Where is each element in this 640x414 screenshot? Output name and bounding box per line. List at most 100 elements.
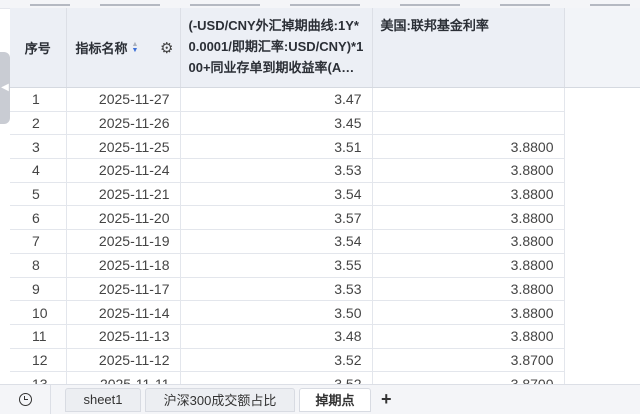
empty-cell bbox=[564, 300, 640, 325]
empty-cell bbox=[564, 205, 640, 230]
indicator-header[interactable]: 指标名称 ▲ ▼ ⚙ bbox=[66, 8, 181, 88]
sheet-tab-label: 沪深300成交额占比 bbox=[163, 393, 277, 408]
swap-yield-cell[interactable]: 3.50 bbox=[180, 300, 373, 325]
seq-cell[interactable]: 8 bbox=[10, 253, 67, 278]
date-cell[interactable]: 2025-11-25 bbox=[66, 134, 181, 160]
empty-cell bbox=[564, 324, 640, 349]
date-cell[interactable]: 2025-11-24 bbox=[66, 158, 181, 183]
table-row[interactable]: 5 2025-11-21 3.54 3.8800 bbox=[10, 182, 640, 207]
seq-cell[interactable]: 5 bbox=[10, 182, 67, 207]
swap-yield-cell[interactable]: 3.52 bbox=[180, 348, 373, 373]
fed-funds-cell[interactable]: 3.8700 bbox=[372, 348, 565, 373]
toolbar-fragment bbox=[100, 0, 160, 6]
table-row[interactable]: 1 2025-11-27 3.47 bbox=[10, 87, 640, 112]
table-body: 1 2025-11-27 3.47 2 2025-11-26 3.45 3 2025-11-2… bbox=[10, 87, 640, 384]
fed-funds-cell[interactable]: 3.8800 bbox=[372, 324, 565, 349]
date-cell[interactable]: 2025-11-13 bbox=[66, 324, 181, 349]
table-row[interactable]: 3 2025-11-25 3.51 3.8800 bbox=[10, 134, 640, 160]
swap-yield-cell[interactable]: 3.48 bbox=[180, 324, 373, 349]
seq-cell[interactable]: 7 bbox=[10, 229, 67, 254]
swap-yield-cell[interactable]: 3.57 bbox=[180, 205, 373, 231]
table-row[interactable]: 13 2025-11-11 3.52 3.8700 bbox=[10, 371, 640, 384]
fed-funds-header[interactable]: 美国:联邦基金利率 bbox=[372, 8, 565, 88]
toolbar-fragment bbox=[190, 0, 260, 6]
date-cell[interactable]: 2025-11-11 bbox=[66, 371, 181, 384]
table-row[interactable]: 9 2025-11-17 3.53 3.8800 bbox=[10, 277, 640, 302]
date-cell[interactable]: 2025-11-14 bbox=[66, 300, 181, 325]
fed-funds-cell[interactable]: 3.8800 bbox=[372, 277, 565, 302]
swap-yield-cell[interactable]: 3.51 bbox=[180, 134, 373, 160]
seq-cell[interactable]: 6 bbox=[10, 205, 67, 231]
table-row[interactable]: 2 2025-11-26 3.45 bbox=[10, 111, 640, 136]
fed-funds-cell[interactable]: 3.8800 bbox=[372, 300, 565, 325]
fed-funds-cell[interactable]: 3.8800 bbox=[372, 158, 565, 183]
empty-cell bbox=[564, 87, 640, 112]
table-row[interactable]: 6 2025-11-20 3.57 3.8800 bbox=[10, 205, 640, 231]
seq-cell[interactable]: 3 bbox=[10, 134, 67, 160]
empty-cell bbox=[564, 277, 640, 301]
empty-header bbox=[564, 8, 640, 88]
indicator-header-label: 指标名称 bbox=[75, 41, 128, 56]
seq-cell[interactable]: 13 bbox=[10, 371, 67, 384]
date-cell[interactable]: 2025-11-17 bbox=[66, 277, 181, 302]
table-row[interactable]: 10 2025-11-14 3.50 3.8800 bbox=[10, 300, 640, 325]
fed-funds-cell[interactable]: 3.8800 bbox=[372, 253, 565, 278]
fed-funds-cell[interactable]: 3.8800 bbox=[372, 182, 565, 207]
seq-cell[interactable]: 9 bbox=[10, 277, 67, 302]
swap-yield-cell[interactable]: 3.55 bbox=[180, 253, 373, 278]
date-cell[interactable]: 2025-11-26 bbox=[66, 111, 181, 136]
date-cell[interactable]: 2025-11-20 bbox=[66, 205, 181, 231]
swap-yield-header[interactable]: (-USD/CNY外汇掉期曲线:1Y*0.0001/即期汇率:USD/CNY)*… bbox=[180, 8, 373, 88]
table-row[interactable]: 11 2025-11-13 3.48 3.8800 bbox=[10, 324, 640, 349]
date-cell[interactable]: 2025-11-21 bbox=[66, 182, 181, 207]
date-cell[interactable]: 2025-11-19 bbox=[66, 229, 181, 254]
fed-funds-cell[interactable]: 3.8700 bbox=[372, 371, 565, 384]
table-row[interactable]: 8 2025-11-18 3.55 3.8800 bbox=[10, 253, 640, 278]
empty-cell bbox=[564, 158, 640, 183]
gear-icon[interactable]: ⚙ bbox=[160, 39, 173, 57]
swap-yield-header-label: (-USD/CNY外汇掉期曲线:1Y*0.0001/即期汇率:USD/CNY)*… bbox=[188, 18, 364, 75]
date-cell[interactable]: 2025-11-12 bbox=[66, 348, 181, 373]
seq-header[interactable]: 序号 bbox=[10, 8, 67, 88]
sheet-tab-sheet1[interactable]: sheet1 bbox=[65, 387, 141, 412]
add-sheet-button[interactable]: + bbox=[381, 389, 392, 410]
fed-funds-cell[interactable]: 3.8800 bbox=[372, 134, 565, 160]
swap-yield-cell[interactable]: 3.54 bbox=[180, 229, 373, 254]
toolbar-fragment bbox=[500, 0, 550, 6]
swap-yield-cell[interactable]: 3.47 bbox=[180, 87, 373, 112]
table-row[interactable]: 12 2025-11-12 3.52 3.8700 bbox=[10, 348, 640, 373]
data-grid: 序号 指标名称 ▲ ▼ ⚙ (-USD/CNY外汇掉期曲线:1Y*0.0001/即… bbox=[10, 8, 640, 384]
date-cell[interactable]: 2025-11-27 bbox=[66, 87, 181, 112]
collapse-handle[interactable]: ◀ bbox=[0, 52, 10, 124]
swap-yield-cell[interactable]: 3.54 bbox=[180, 182, 373, 207]
fed-funds-cell[interactable] bbox=[372, 111, 565, 136]
data-table: 序号 指标名称 ▲ ▼ ⚙ (-USD/CNY外汇掉期曲线:1Y*0.0001/即… bbox=[10, 8, 640, 384]
swap-yield-cell[interactable]: 3.45 bbox=[180, 111, 373, 136]
sheet-tab-hs300[interactable]: 沪深300成交额占比 bbox=[145, 387, 295, 412]
sheet-tab-swap-points[interactable]: 掉期点 bbox=[299, 387, 371, 412]
seq-cell[interactable]: 2 bbox=[10, 111, 67, 136]
table-row[interactable]: 7 2025-11-19 3.54 3.8800 bbox=[10, 229, 640, 254]
swap-yield-cell[interactable]: 3.53 bbox=[180, 158, 373, 183]
sheet-tab-label: sheet1 bbox=[83, 392, 123, 407]
fed-funds-cell[interactable] bbox=[372, 87, 565, 112]
toolbar-fragment bbox=[290, 0, 360, 6]
date-cell[interactable]: 2025-11-18 bbox=[66, 253, 181, 278]
empty-cell bbox=[564, 253, 640, 277]
header-row: 序号 指标名称 ▲ ▼ ⚙ (-USD/CNY外汇掉期曲线:1Y*0.0001/即… bbox=[10, 8, 640, 88]
swap-yield-cell[interactable]: 3.53 bbox=[180, 277, 373, 302]
seq-cell[interactable]: 12 bbox=[10, 348, 67, 373]
sort-icon[interactable]: ▲ ▼ bbox=[132, 41, 139, 54]
history-button[interactable] bbox=[0, 385, 51, 414]
seq-cell[interactable]: 11 bbox=[10, 324, 67, 349]
fed-funds-cell[interactable]: 3.8800 bbox=[372, 205, 565, 231]
swap-yield-cell[interactable]: 3.52 bbox=[180, 371, 373, 384]
seq-cell[interactable]: 1 bbox=[10, 87, 67, 112]
fed-funds-cell[interactable]: 3.8800 bbox=[372, 229, 565, 254]
empty-cell bbox=[564, 229, 640, 254]
empty-cell bbox=[564, 111, 640, 135]
seq-cell[interactable]: 4 bbox=[10, 158, 67, 183]
chevron-left-icon: ◀ bbox=[1, 82, 9, 93]
seq-cell[interactable]: 10 bbox=[10, 300, 67, 325]
table-row[interactable]: 4 2025-11-24 3.53 3.8800 bbox=[10, 158, 640, 183]
